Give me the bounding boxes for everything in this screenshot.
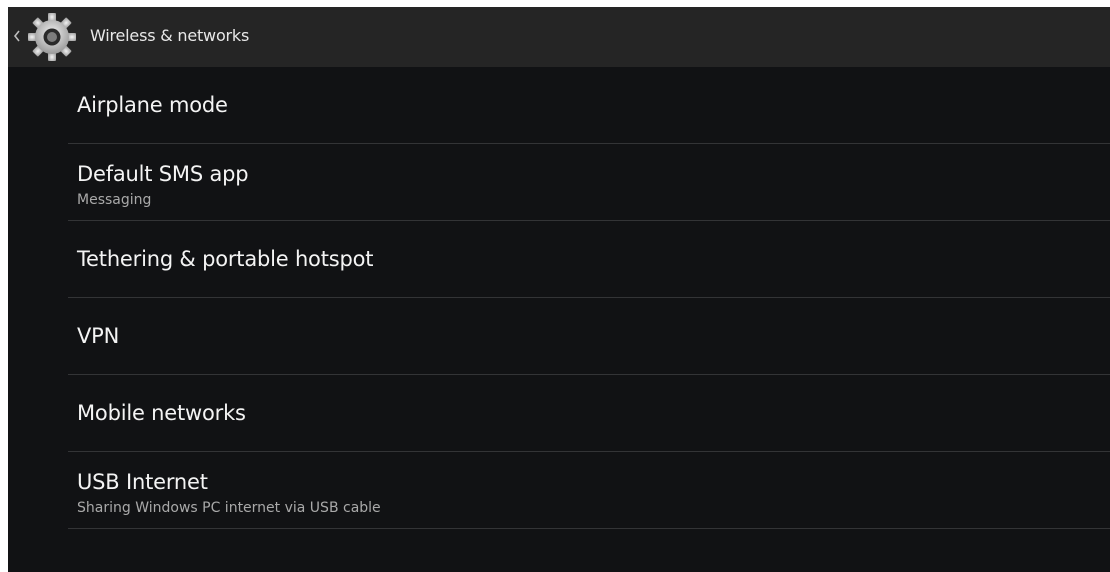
action-bar[interactable]: Wireless & networks bbox=[8, 7, 1110, 67]
settings-gear-icon bbox=[25, 10, 79, 64]
list-item-vpn[interactable]: VPN bbox=[68, 298, 1110, 375]
list-item-title: Airplane mode bbox=[77, 93, 228, 117]
list-item-mobile-networks[interactable]: Mobile networks bbox=[68, 375, 1110, 452]
list-item-summary: Sharing Windows PC internet via USB cabl… bbox=[77, 500, 381, 516]
page-title: Wireless & networks bbox=[90, 26, 250, 45]
chevron-left-icon[interactable] bbox=[12, 20, 22, 52]
list-item-title: Default SMS app bbox=[77, 162, 249, 186]
list-item-default-sms-app[interactable]: Default SMS app Messaging bbox=[68, 144, 1110, 221]
list-item-usb-internet[interactable]: USB Internet Sharing Windows PC internet… bbox=[68, 452, 1110, 529]
settings-screen: Wireless & networks Airplane mode Defaul… bbox=[8, 7, 1110, 572]
list-item-summary: Messaging bbox=[77, 192, 152, 208]
list-item-airplane-mode[interactable]: Airplane mode bbox=[68, 67, 1110, 144]
settings-list: Airplane mode Default SMS app Messaging … bbox=[68, 67, 1110, 529]
list-item-title: VPN bbox=[77, 324, 120, 348]
list-item-tethering-hotspot[interactable]: Tethering & portable hotspot bbox=[68, 221, 1110, 298]
list-item-title: USB Internet bbox=[77, 470, 208, 494]
list-item-title: Mobile networks bbox=[77, 401, 246, 425]
list-item-title: Tethering & portable hotspot bbox=[77, 247, 374, 271]
